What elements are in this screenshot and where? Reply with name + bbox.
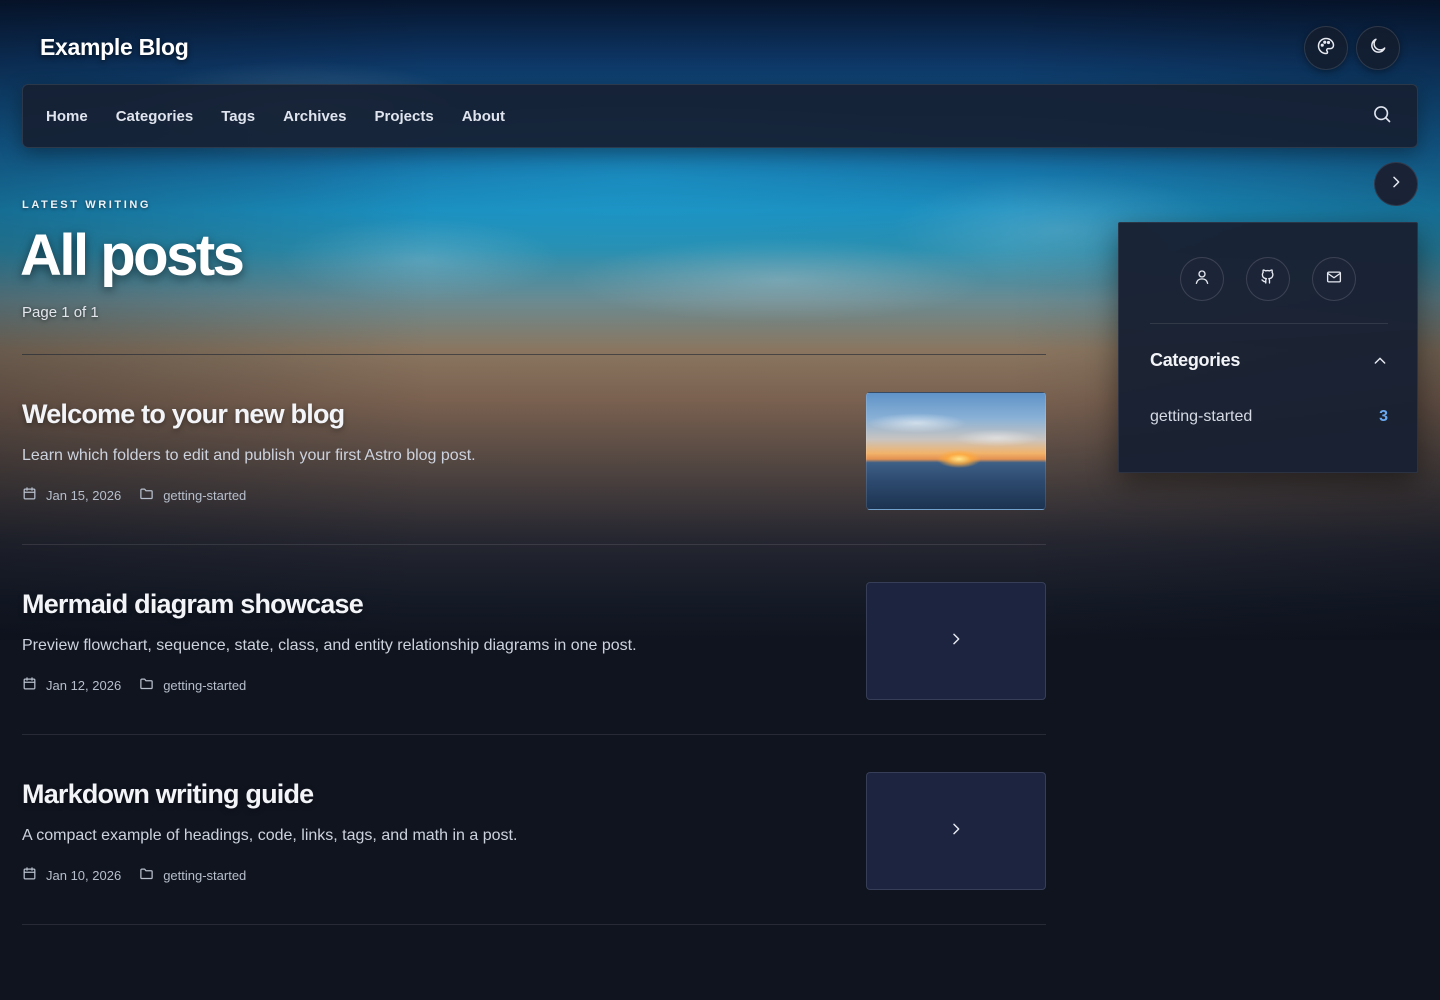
post-title-link[interactable]: Welcome to your new blog (22, 399, 345, 430)
post-date: Jan 15, 2026 (22, 486, 121, 504)
search-icon (1372, 104, 1392, 129)
post-category-text[interactable]: getting-started (163, 488, 246, 503)
post-date: Jan 12, 2026 (22, 676, 121, 694)
nav-item-projects[interactable]: Projects (375, 108, 434, 125)
post-thumbnail-sunset-image[interactable] (866, 392, 1046, 510)
chevron-right-icon (948, 821, 964, 842)
dark-mode-button[interactable] (1356, 26, 1400, 70)
nav-links: Home Categories Tags Archives Projects A… (46, 108, 505, 125)
post-date: Jan 10, 2026 (22, 866, 121, 884)
sidebar-card: Categories getting-started 3 (1118, 222, 1418, 473)
folder-icon (139, 676, 154, 694)
post-date-text: Jan 12, 2026 (46, 677, 122, 693)
github-icon (1259, 268, 1277, 291)
nav-item-categories[interactable]: Categories (116, 108, 194, 125)
page-title: All posts (20, 223, 245, 288)
category-item[interactable]: getting-started 3 (1150, 408, 1388, 426)
nav-item-home[interactable]: Home (46, 108, 88, 125)
post-description: Preview flowchart, sequence, state, clas… (22, 637, 637, 654)
post-item: Markdown writing guide A compact example… (22, 735, 1046, 925)
post-category[interactable]: getting-started (139, 676, 246, 694)
chevron-right-icon (948, 631, 964, 652)
post-item: Mermaid diagram showcase Preview flowcha… (22, 545, 1046, 735)
post-description: Learn which folders to edit and publish … (22, 447, 476, 464)
post-item: Welcome to your new blog Learn which fol… (22, 355, 1046, 545)
post-category-text[interactable]: getting-started (163, 868, 246, 883)
page-counter: Page 1 of 1 (22, 304, 99, 321)
post-category[interactable]: getting-started (139, 486, 246, 504)
post-meta: Jan 10, 2026 getting-started (22, 866, 264, 884)
moon-icon (1368, 36, 1388, 61)
post-description: A compact example of headings, code, lin… (22, 827, 518, 844)
sidebar-toggle-button[interactable] (1374, 162, 1418, 206)
social-links (1119, 257, 1417, 301)
site-title[interactable]: Example Blog (40, 34, 189, 61)
search-button[interactable] (1370, 104, 1394, 128)
section-eyebrow: LATEST WRITING (22, 199, 152, 211)
nav-item-archives[interactable]: Archives (283, 108, 346, 125)
categories-header[interactable]: Categories (1150, 350, 1388, 371)
divider (1150, 323, 1388, 324)
main-navigation: Home Categories Tags Archives Projects A… (22, 84, 1418, 148)
calendar-icon (22, 676, 37, 694)
folder-icon (139, 486, 154, 504)
profile-button[interactable] (1180, 257, 1224, 301)
chevron-right-icon (1388, 174, 1404, 195)
calendar-icon (22, 866, 37, 884)
post-meta: Jan 15, 2026 getting-started (22, 486, 264, 504)
post-thumbnail-link[interactable] (866, 582, 1046, 700)
nav-item-tags[interactable]: Tags (221, 108, 255, 125)
user-icon (1193, 268, 1211, 291)
category-count: 3 (1379, 408, 1388, 425)
mail-icon (1325, 268, 1343, 291)
post-thumbnail-link[interactable] (866, 772, 1046, 890)
header-actions (1304, 26, 1400, 70)
post-title-link[interactable]: Markdown writing guide (22, 779, 314, 810)
github-button[interactable] (1246, 257, 1290, 301)
post-title-link[interactable]: Mermaid diagram showcase (22, 589, 364, 620)
theme-palette-button[interactable] (1304, 26, 1348, 70)
folder-icon (139, 866, 154, 884)
nav-item-about[interactable]: About (462, 108, 505, 125)
post-date-text: Jan 10, 2026 (46, 867, 122, 883)
post-date-text: Jan 15, 2026 (46, 487, 122, 503)
chevron-up-icon[interactable] (1372, 353, 1388, 369)
post-meta: Jan 12, 2026 getting-started (22, 676, 264, 694)
email-button[interactable] (1312, 257, 1356, 301)
calendar-icon (22, 486, 37, 504)
post-category-text[interactable]: getting-started (163, 678, 246, 693)
palette-icon (1316, 36, 1336, 61)
category-name[interactable]: getting-started (1150, 408, 1252, 426)
post-category[interactable]: getting-started (139, 866, 246, 884)
categories-title: Categories (1150, 350, 1241, 370)
